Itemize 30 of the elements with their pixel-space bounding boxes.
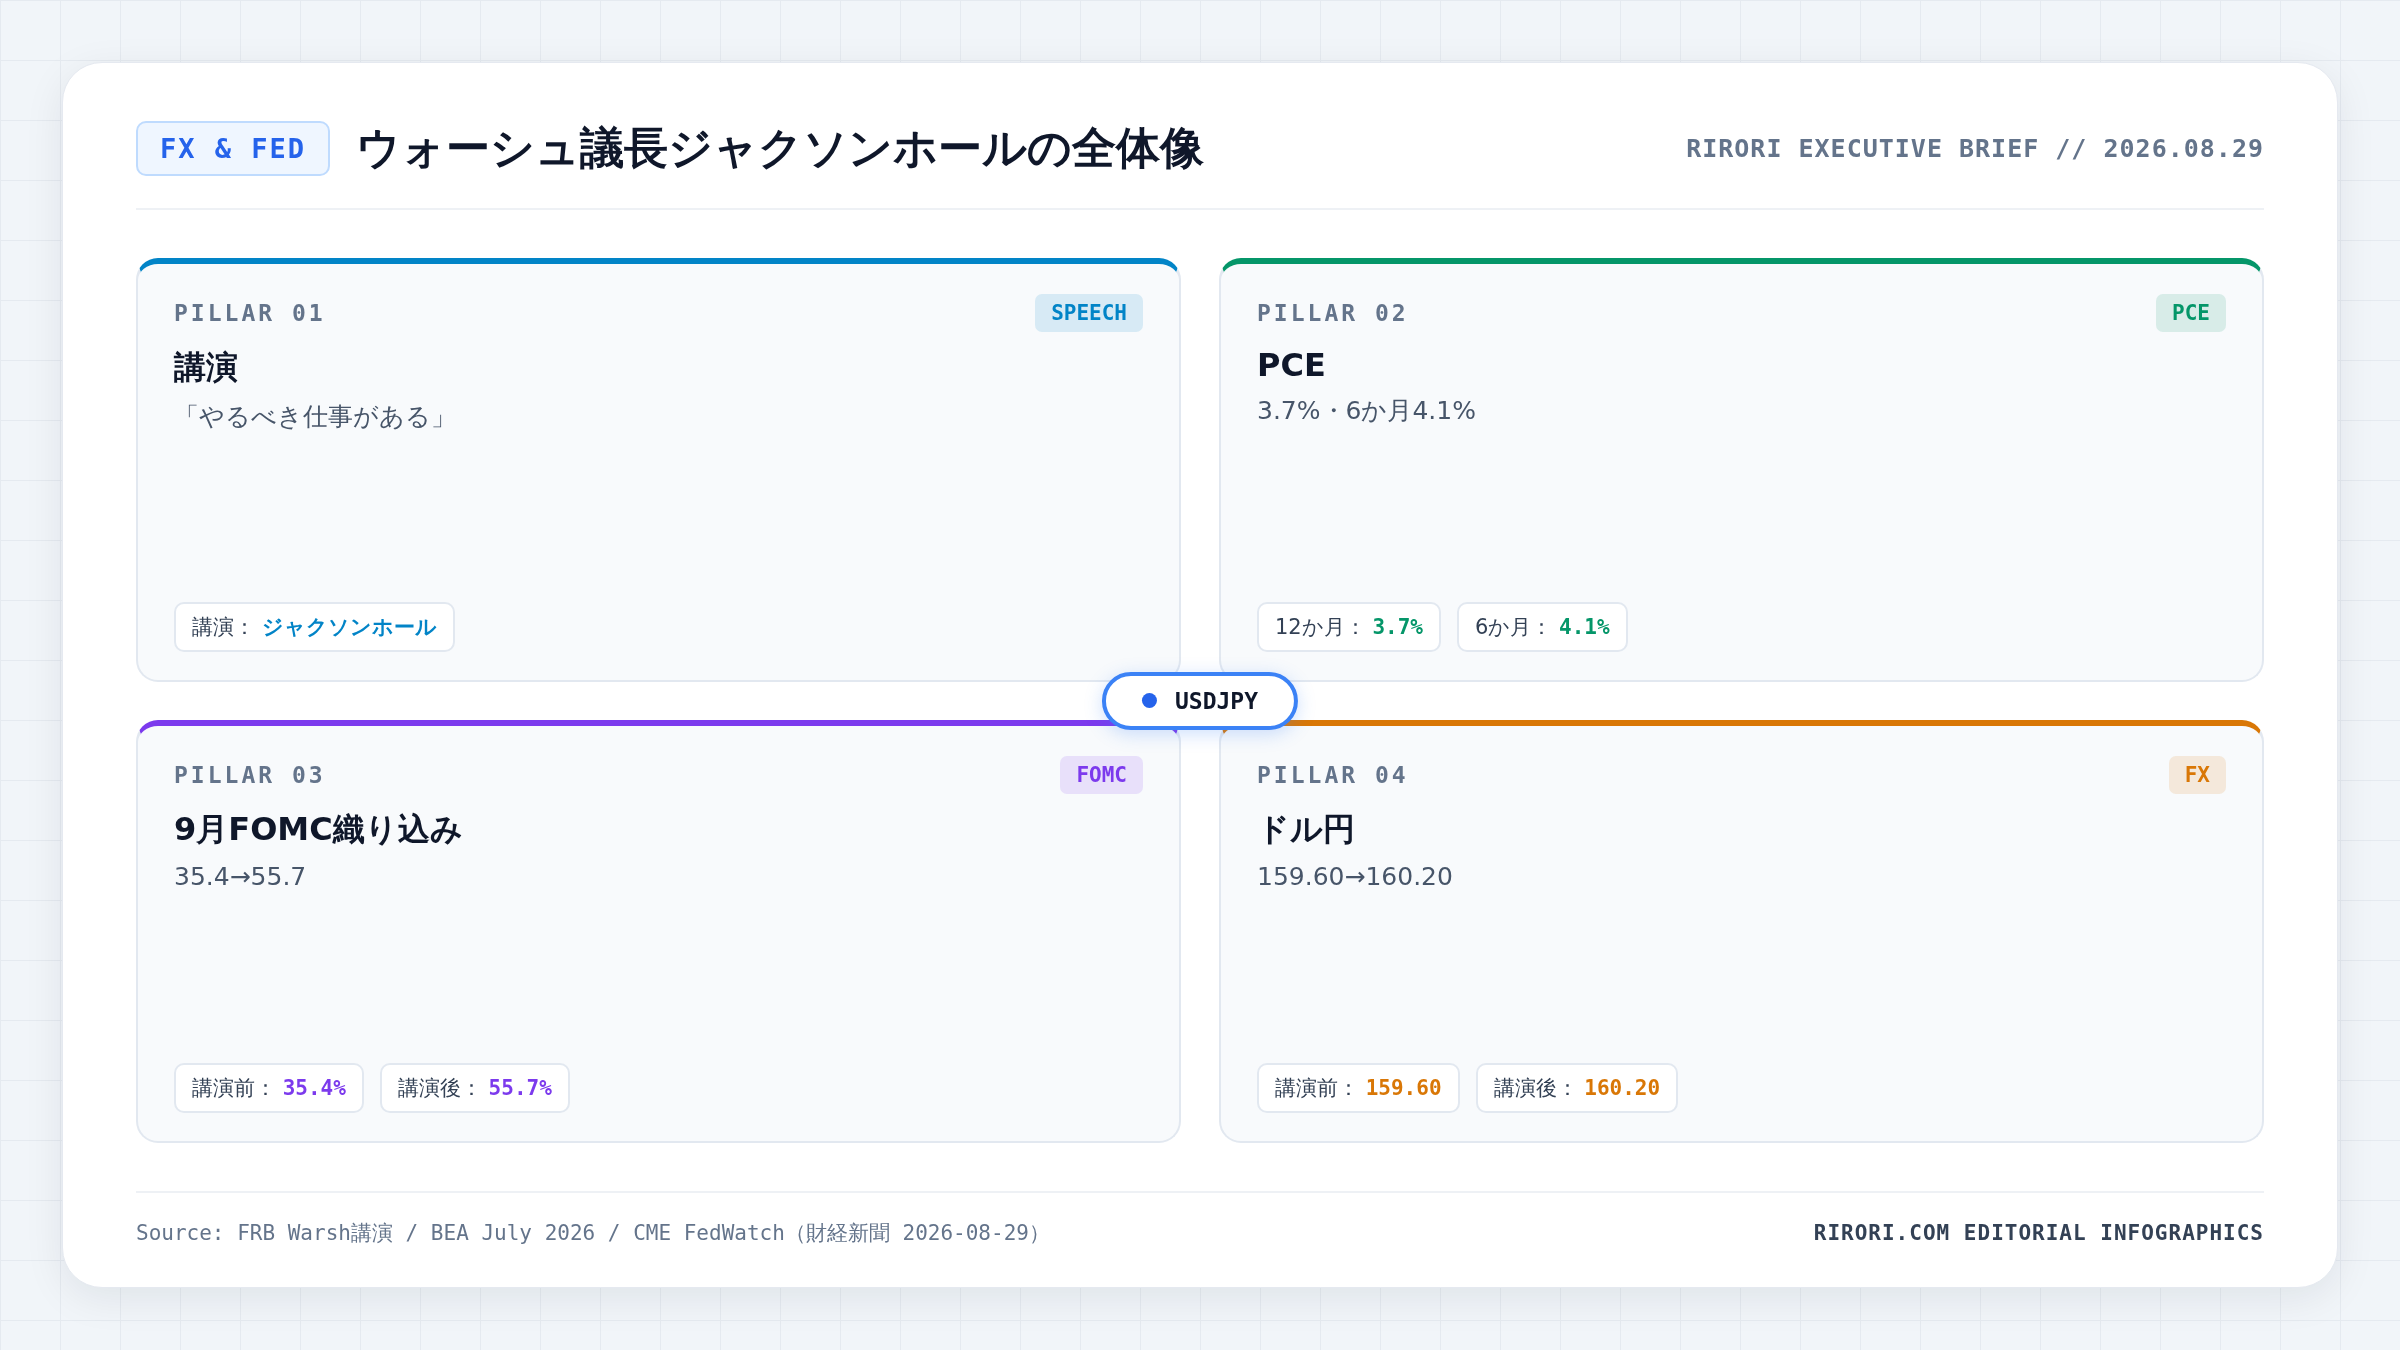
pillar-subtitle: 159.60→160.20 bbox=[1257, 861, 1454, 891]
pillar-title: 講演 bbox=[174, 347, 239, 388]
brand-line: RIRORI EXECUTIVE BRIEF // 2026.08.29 bbox=[1686, 134, 2264, 163]
metric-chip: 6か月： 4.1% bbox=[1457, 601, 1628, 652]
pillar-label: PILLAR 02 bbox=[1257, 300, 1409, 326]
pillar-subtitle: 35.4→55.7 bbox=[174, 861, 308, 891]
metric-chip: 講演後： 55.7% bbox=[379, 1063, 570, 1113]
dot-icon bbox=[1141, 693, 1157, 708]
pillar-tag: FX bbox=[2168, 755, 2226, 794]
pillar-title: PCE bbox=[1257, 346, 1327, 384]
pillar-subtitle: 「やるべき仕事がある」 bbox=[174, 401, 457, 433]
metric-chip: 講演後： 160.20 bbox=[1475, 1063, 1679, 1113]
pillar-label: PILLAR 03 bbox=[174, 761, 326, 788]
pillar-subtitle: 3.7%・6か月4.1% bbox=[1257, 395, 1477, 427]
metric-chip: 講演前： 159.60 bbox=[1257, 1063, 1460, 1113]
credit-line: RIRORI.COM EDITORIAL INFOGRAPHICS bbox=[1813, 1221, 2264, 1245]
source-note: Source: FRB Warsh講演 / BEA July 2026 / CME FedWatch（財経新聞 2026-08-29） bbox=[136, 1220, 1050, 1247]
pillar-tag: PCE bbox=[2156, 294, 2226, 332]
metric-chip: 12か月： 3.7% bbox=[1257, 601, 1441, 652]
metric-chip: 講演： ジャクソンホール bbox=[174, 601, 455, 652]
pillar-tag: SPEECH bbox=[1035, 294, 1143, 332]
pillar-title: 9月FOMC織り込み bbox=[174, 808, 464, 850]
ticker-label: USDJPY bbox=[1174, 687, 1259, 714]
pillar-label: PILLAR 01 bbox=[174, 300, 326, 326]
metric-chip: 講演前： 35.4% bbox=[174, 1063, 364, 1113]
pillar-title: ドル円 bbox=[1257, 808, 1356, 850]
category-badge: FX & FED bbox=[136, 121, 331, 176]
pillar-tag: FOMC bbox=[1060, 755, 1143, 794]
page-title: ウォーシュ議長ジャクソンホールの全体像 bbox=[356, 121, 1206, 175]
pillar-label: PILLAR 04 bbox=[1257, 761, 1409, 788]
